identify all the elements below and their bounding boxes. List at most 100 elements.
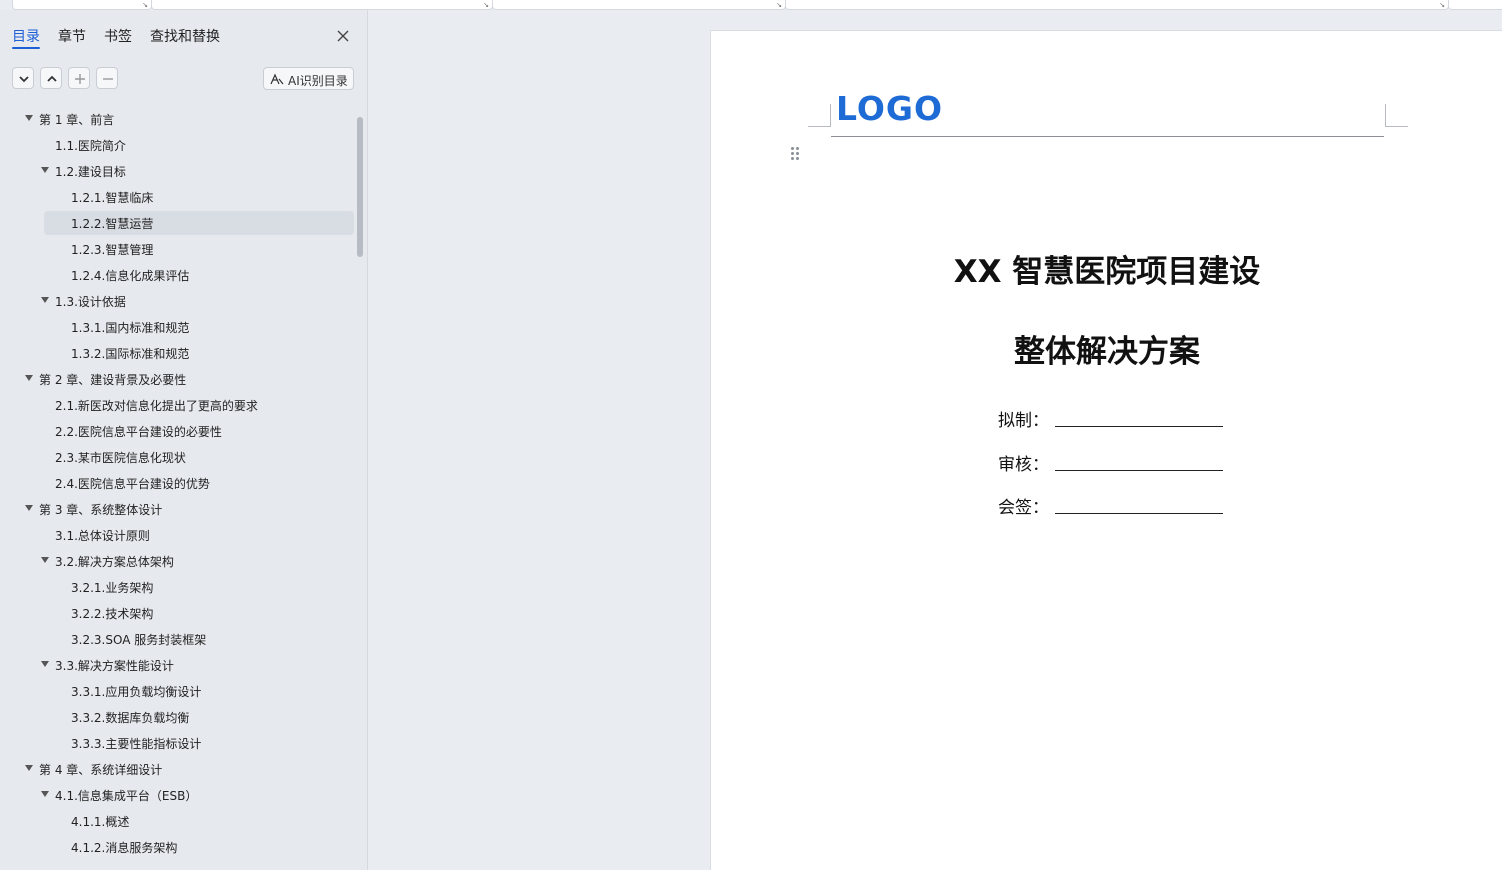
ribbon-group-5 <box>1448 0 1502 10</box>
document-page[interactable] <box>710 30 1502 870</box>
toc-item-label: 1.2.4.信息化成果评估 <box>71 269 190 283</box>
crop-mark-right <box>1385 104 1408 127</box>
toc-item[interactable]: 3.1.总体设计原则 <box>44 523 354 547</box>
collapse-all-button[interactable] <box>40 67 62 89</box>
toc-item-label: 3.3.3.主要性能指标设计 <box>71 737 202 751</box>
tab-toc[interactable]: 目录 <box>12 26 40 46</box>
toc-item-label: 3.3.解决方案性能设计 <box>55 659 174 673</box>
crop-mark-left <box>808 104 831 127</box>
ai-button-label: AI识别目录 <box>288 74 348 88</box>
document-title-line-2: 整体解决方案 <box>1014 334 1200 370</box>
toc-item[interactable]: 4.1.2.消息服务架构 <box>44 835 354 859</box>
toc-item[interactable]: 1.2.4.信息化成果评估 <box>44 263 354 287</box>
toc-item-label: 3.2.解决方案总体架构 <box>55 555 174 569</box>
collapse-arrow-icon[interactable] <box>25 765 33 771</box>
toc-item[interactable]: 2.3.某市医院信息化现状 <box>44 445 354 469</box>
toc-item[interactable]: 4.1.信息集成平台（ESB） <box>41 783 354 807</box>
toc-item-label: 第 1 章、前言 <box>39 113 115 127</box>
sign-label: 会签： <box>998 498 1049 518</box>
sign-underline <box>1055 426 1223 427</box>
collapse-arrow-icon[interactable] <box>41 661 49 667</box>
toc-item[interactable]: 3.2.1.业务架构 <box>44 575 354 599</box>
active-tab-indicator <box>12 47 40 49</box>
expand-all-button[interactable] <box>12 67 34 89</box>
toc-item-label: 3.3.2.数据库负载均衡 <box>71 711 190 725</box>
toc-item-label: 第 4 章、系统详细设计 <box>39 763 163 777</box>
toc-item[interactable]: 1.3.1.国内标准和规范 <box>44 315 354 339</box>
tab-bookmarks[interactable]: 书签 <box>104 26 132 46</box>
toc-item-label: 第 3 章、系统整体设计 <box>39 503 163 517</box>
toc-item-label: 2.4.医院信息平台建设的优势 <box>55 477 210 491</box>
collapse-arrow-icon[interactable] <box>41 557 49 563</box>
toc-list: 第 1 章、前言 1.1.医院简介 1.2.建设目标 1.2.1.智慧临床 1.… <box>0 97 360 860</box>
header-rule <box>831 136 1384 137</box>
toc-item[interactable]: 1.1.医院简介 <box>44 133 354 157</box>
sign-label: 拟制： <box>998 411 1049 431</box>
toc-item[interactable]: 3.3.解决方案性能设计 <box>41 653 354 677</box>
toc-item[interactable]: 3.2.解决方案总体架构 <box>41 549 354 573</box>
toc-item-label: 3.2.3.SOA 服务封装框架 <box>71 633 207 647</box>
toc-item-label: 3.2.1.业务架构 <box>71 581 154 595</box>
tab-chapters[interactable]: 章节 <box>58 26 86 46</box>
collapse-arrow-icon[interactable] <box>41 297 49 303</box>
chevron-down-icon <box>19 76 29 83</box>
toc-item[interactable]: 3.2.3.SOA 服务封装框架 <box>44 627 354 651</box>
toc-item[interactable]: 第 1 章、前言 <box>25 107 354 131</box>
toc-item-label: 1.2.3.智慧管理 <box>71 243 154 257</box>
toc-item[interactable]: 1.2.1.智慧临床 <box>44 185 354 209</box>
toc-item-label: 1.3.2.国际标准和规范 <box>71 347 190 361</box>
ribbon-expand-icon[interactable]: ↘ <box>776 2 782 9</box>
toc-item[interactable]: 3.3.3.主要性能指标设计 <box>44 731 354 755</box>
collapse-arrow-icon[interactable] <box>41 791 49 797</box>
ribbon-group-1: ↘ <box>12 0 152 10</box>
toc-item-label: 4.1.2.消息服务架构 <box>71 841 178 855</box>
toc-item-label: 1.3.设计依据 <box>55 295 126 309</box>
toc-item[interactable]: 3.3.1.应用负载均衡设计 <box>44 679 354 703</box>
drag-handle-icon[interactable] <box>790 146 800 162</box>
toc-item-label: 1.2.2.智慧运营 <box>71 217 154 231</box>
collapse-arrow-icon[interactable] <box>41 167 49 173</box>
toc-item-label: 第 2 章、建设背景及必要性 <box>39 373 187 387</box>
toc-item[interactable]: 第 4 章、系统详细设计 <box>25 757 354 781</box>
toc-item[interactable]: 第 2 章、建设背景及必要性 <box>25 367 354 391</box>
toc-item[interactable]: 3.3.2.数据库负载均衡 <box>44 705 354 729</box>
toc-item[interactable]: 1.3.设计依据 <box>41 289 354 313</box>
header-logo: LOGO <box>836 89 944 128</box>
toc-item-label: 1.2.建设目标 <box>55 165 126 179</box>
toc-item-label: 3.2.2.技术架构 <box>71 607 154 621</box>
close-pane-button[interactable] <box>333 26 353 46</box>
ribbon-expand-icon[interactable]: ↘ <box>1439 2 1445 9</box>
ribbon-expand-icon[interactable]: ↘ <box>483 2 489 9</box>
toc-item-label: 1.3.1.国内标准和规范 <box>71 321 190 335</box>
sign-label: 审核： <box>998 455 1049 475</box>
collapse-arrow-icon[interactable] <box>25 375 33 381</box>
toc-item[interactable]: 4.1.1.概述 <box>44 809 354 833</box>
toc-item-label: 2.2.医院信息平台建设的必要性 <box>55 425 222 439</box>
toc-item[interactable]: 1.2.3.智慧管理 <box>44 237 354 261</box>
tab-find-replace[interactable]: 查找和替换 <box>150 26 220 46</box>
toc-item-label: 4.1.信息集成平台（ESB） <box>55 789 198 803</box>
toc-item-selected[interactable]: 1.2.2.智慧运营 <box>44 211 354 235</box>
ribbon-expand-icon[interactable]: ↘ <box>142 2 148 9</box>
ai-toc-icon <box>270 73 284 85</box>
sign-underline <box>1055 470 1223 471</box>
add-heading-button[interactable] <box>68 67 90 89</box>
toc-item[interactable]: 1.3.2.国际标准和规范 <box>44 341 354 365</box>
toc-item-label: 3.1.总体设计原则 <box>55 529 150 543</box>
ai-recognize-toc-button[interactable]: AI识别目录 <box>263 67 354 90</box>
toc-item[interactable]: 3.2.2.技术架构 <box>44 601 354 625</box>
collapse-arrow-icon[interactable] <box>25 115 33 121</box>
collapse-arrow-icon[interactable] <box>25 505 33 511</box>
toc-item[interactable]: 第 3 章、系统整体设计 <box>25 497 354 521</box>
toc-item[interactable]: 2.2.医院信息平台建设的必要性 <box>44 419 354 443</box>
sign-underline <box>1055 513 1223 514</box>
toc-item[interactable]: 1.2.建设目标 <box>41 159 354 183</box>
ribbon-group-4: ↘ <box>785 0 1449 10</box>
toc-item-label: 3.3.1.应用负载均衡设计 <box>71 685 202 699</box>
chevron-up-icon <box>47 75 57 82</box>
remove-heading-button[interactable] <box>96 67 118 89</box>
toc-item[interactable]: 2.1.新医改对信息化提出了更高的要求 <box>44 393 354 417</box>
toc-item-label: 1.2.1.智慧临床 <box>71 191 154 205</box>
toc-item[interactable]: 2.4.医院信息平台建设的优势 <box>44 471 354 495</box>
minus-icon <box>103 78 113 80</box>
